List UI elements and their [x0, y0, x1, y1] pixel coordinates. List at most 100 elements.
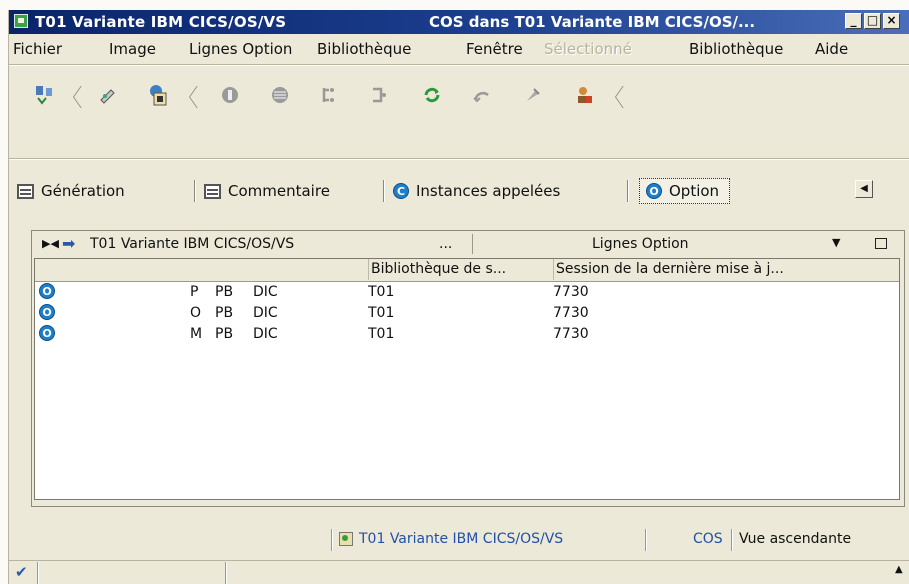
menu-image[interactable]: Image [109, 40, 156, 58]
tab-commentaire[interactable]: Commentaire [204, 178, 330, 204]
tab-instances-appelees[interactable]: C Instances appelées [393, 178, 560, 204]
cell-library: T01 [368, 326, 395, 342]
status-bar: T01 Variante IBM CICS/OS/VS COS Vue asce… [9, 526, 909, 554]
maximize-button[interactable]: □ [864, 13, 881, 29]
window-title-context: COS dans T01 Variante IBM CICS/OS/... [429, 13, 756, 31]
tab-instances-label: Instances appelées [416, 182, 561, 200]
user-icon[interactable] [569, 80, 599, 110]
cell-c1: P [190, 284, 199, 300]
maximize-panel-icon[interactable] [875, 238, 887, 249]
status-view: Vue ascendante [739, 531, 852, 547]
menu-fenetre[interactable]: Fenêtre [466, 40, 523, 58]
toolbar-separator [71, 86, 81, 108]
cell-session: 7730 [553, 326, 589, 342]
menu-bibliotheque-2[interactable]: Bibliothèque [689, 40, 783, 58]
o-circle-icon: O [39, 325, 55, 341]
o-circle-icon: O [39, 304, 55, 320]
circle-stop-icon[interactable] [215, 80, 245, 110]
tab-divider [627, 180, 629, 202]
list-icon [204, 183, 221, 199]
column-header-session[interactable]: Session de la dernière mise à j... [553, 259, 866, 280]
tab-commentaire-label: Commentaire [228, 182, 330, 200]
open-icon[interactable] [29, 80, 59, 110]
cell-c1: O [190, 305, 202, 321]
option-panel: ▶◀ ➡ T01 Variante IBM CICS/OS/VS ... Lig… [31, 230, 905, 507]
tab-option-label: Option [669, 182, 720, 200]
close-button[interactable]: × [883, 13, 900, 29]
table-row[interactable]: O O PB DIC T01 7730 [35, 303, 899, 325]
pin-icon[interactable] [517, 80, 547, 110]
status-divider [331, 529, 333, 551]
column-header-name[interactable] [35, 259, 367, 280]
cell-c2: PB [215, 326, 234, 342]
library-icon [339, 532, 353, 546]
status-divider [225, 562, 227, 584]
cell-c1: M [190, 326, 203, 342]
undo-icon[interactable] [467, 80, 497, 110]
toolbar [9, 66, 909, 126]
gear-icon[interactable] [265, 80, 295, 110]
panel-title: T01 Variante IBM CICS/OS/VS [90, 236, 295, 252]
bottom-bar: ✔ ▲ [9, 560, 909, 584]
nav-first-icon[interactable]: ▶◀ [42, 237, 59, 250]
panel-title-more[interactable]: ... [439, 236, 452, 252]
cell-session: 7730 [553, 284, 589, 300]
main-window: T01 Variante IBM CICS/OS/VS COS dans T01… [8, 10, 909, 584]
menu-fichier[interactable]: Fichier [13, 40, 62, 58]
properties-icon[interactable] [143, 80, 173, 110]
check-icon: ✔ [15, 563, 28, 581]
app-icon [14, 14, 28, 28]
tab-scroll-left-button[interactable]: ◀ [855, 180, 873, 198]
cell-library: T01 [368, 284, 395, 300]
panel-view-label: Lignes Option [592, 236, 689, 252]
status-context-label: T01 Variante IBM CICS/OS/VS [359, 531, 564, 547]
cell-c3: DIC [253, 305, 278, 321]
tab-divider [383, 180, 385, 202]
window-title: T01 Variante IBM CICS/OS/VS [35, 13, 287, 31]
menu-aide[interactable]: Aide [815, 40, 848, 58]
o-circle-icon: O [646, 183, 662, 199]
status-divider [645, 529, 647, 551]
menu-bar: Fichier Image Lignes Option Bibliothèque… [9, 36, 909, 62]
cell-c3: DIC [253, 326, 278, 342]
status-divider [731, 529, 733, 551]
table-header: Bibliothèque de s... Session de la derni… [35, 259, 899, 282]
cell-session: 7730 [553, 305, 589, 321]
arrow-right-icon: ➡ [62, 234, 76, 253]
cell-c2: PB [215, 305, 234, 321]
status-divider [37, 562, 39, 584]
refresh-icon[interactable] [417, 80, 447, 110]
table-row[interactable]: O M PB DIC T01 7730 [35, 324, 899, 346]
panel-header-divider [472, 234, 473, 254]
tab-generation-label: Génération [41, 182, 125, 200]
c-circle-icon: C [393, 183, 409, 199]
panel-header: ▶◀ ➡ T01 Variante IBM CICS/OS/VS ... Lig… [32, 231, 904, 258]
toolbar-separator [187, 86, 197, 108]
chevron-up-icon[interactable]: ▲ [895, 564, 903, 575]
tab-strip: Génération Commentaire C Instances appel… [9, 176, 909, 206]
list-icon [17, 183, 34, 199]
toolbar-separator [613, 86, 623, 108]
tab-generation[interactable]: Génération [17, 178, 125, 204]
tab-option[interactable]: O Option [639, 178, 731, 204]
expand-icon[interactable] [314, 80, 344, 110]
minimize-button[interactable]: _ [845, 13, 862, 29]
cell-c3: DIC [253, 284, 278, 300]
column-header-library[interactable]: Bibliothèque de s... [368, 259, 553, 280]
status-code: COS [693, 531, 723, 547]
menu-selectionne: Sélectionné [544, 40, 632, 58]
toolbar-divider [9, 158, 909, 160]
cell-c2: PB [215, 284, 234, 300]
collapse-icon[interactable] [364, 80, 394, 110]
menu-bibliotheque[interactable]: Bibliothèque [317, 40, 411, 58]
chevron-down-icon[interactable]: ▼ [832, 236, 840, 249]
option-lines-table: Bibliothèque de s... Session de la derni… [34, 258, 900, 500]
tab-divider [194, 180, 196, 202]
status-context: T01 Variante IBM CICS/OS/VS [339, 531, 563, 547]
edit-icon[interactable] [93, 80, 123, 110]
menu-lignes-option[interactable]: Lignes Option [189, 40, 292, 58]
cell-library: T01 [368, 305, 395, 321]
title-bar[interactable]: T01 Variante IBM CICS/OS/VS COS dans T01… [9, 10, 909, 34]
table-row[interactable]: O P PB DIC T01 7730 [35, 282, 899, 304]
o-circle-icon: O [39, 283, 55, 299]
